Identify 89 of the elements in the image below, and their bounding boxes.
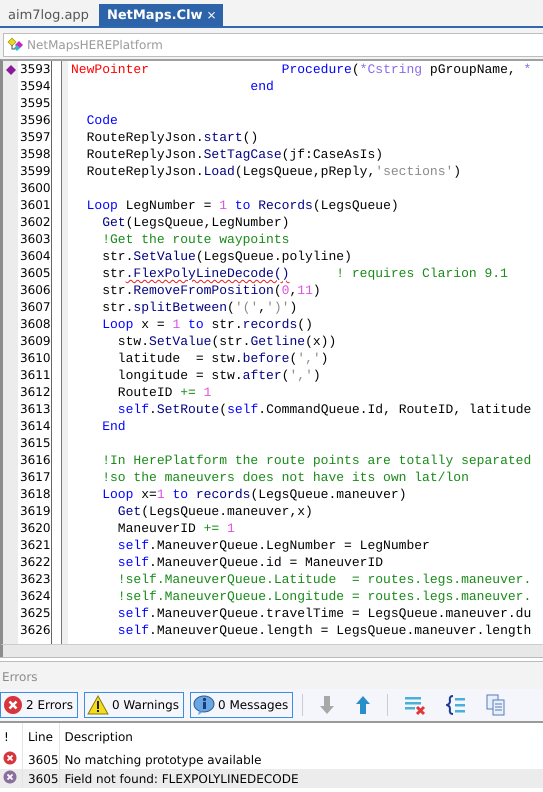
- code-line: Loop x=1 to records(LegsQueue.maneuver): [101, 486, 406, 503]
- line-number: 3626: [19, 622, 52, 639]
- error-icon: [3, 770, 17, 784]
- table-cell: 3605: [22, 769, 60, 788]
- code-line: Code: [86, 112, 118, 129]
- code-line: Get(LegsQueue,LegNumber): [101, 214, 290, 231]
- line-number: 3615: [19, 435, 52, 452]
- clear-list-icon[interactable]: [404, 694, 426, 716]
- line-number: 3594: [19, 78, 52, 95]
- code-line: end: [249, 78, 274, 95]
- code-line: self.ManeuverQueue.travelTime = LegsQueue.maneuver.du: [116, 605, 532, 622]
- close-icon[interactable]: ×: [206, 8, 217, 22]
- line-number: 3622: [19, 554, 52, 571]
- line-number: 3600: [19, 180, 52, 197]
- line-number: 3624: [19, 588, 52, 605]
- code-line: self.SetRoute(self.CommandQueue.Id, RouteID, latitude: [116, 401, 532, 418]
- column-header[interactable]: Line: [22, 723, 60, 750]
- line-number: 3607: [19, 299, 52, 316]
- line-number: 3625: [19, 605, 52, 622]
- code-line: str.SetValue(LegsQueue.polyline): [101, 248, 352, 265]
- code-line: !so the maneuvers does not have its own lat/lon: [101, 469, 469, 486]
- code-line: Get(LegsQueue.maneuver,x): [116, 503, 313, 520]
- column-header[interactable]: !: [0, 723, 22, 750]
- line-number: 3597: [19, 129, 52, 146]
- code-line: self.ManeuverQueue.id = ManeuverID: [116, 554, 384, 571]
- editor-tab[interactable]: NetMaps.Clw ×: [98, 4, 223, 26]
- table-cell: Field not found: FLEXPOLYLINEDECODE: [59, 769, 543, 788]
- line-number: 3621: [19, 537, 52, 554]
- up-arrow-icon[interactable]: [355, 695, 372, 715]
- line-number: 3593: [19, 61, 52, 78]
- editor-tab[interactable]: aim7log.app: [0, 4, 95, 26]
- code-line: End: [101, 418, 126, 435]
- line-number: 3604: [19, 248, 52, 265]
- filter-toggle[interactable]: 0 Warnings: [84, 692, 184, 718]
- info-icon: [193, 695, 215, 715]
- code-line: ManeuverID += 1: [116, 520, 235, 537]
- code-line: !self.ManeuverQueue.Longitude = routes.legs.maneuver.: [116, 588, 532, 605]
- code-line: str.RemoveFromPosition(0,11): [101, 282, 321, 299]
- procedure-icon: [7, 37, 25, 53]
- code-line: str.splitBetween('(',')'): [101, 299, 298, 316]
- code-line: RouteReplyJson.Load(LegsQueue,pReply,'sections'): [86, 163, 462, 180]
- line-number: 3610: [19, 350, 52, 367]
- code-line: !self.ManeuverQueue.Latitude = routes.legs.maneuver.: [116, 571, 532, 588]
- line-number: 3617: [19, 469, 52, 486]
- copy-icon[interactable]: [486, 694, 506, 716]
- error-icon: [3, 751, 17, 765]
- code-line: stw.SetValue(str.Getline(x)): [116, 333, 336, 350]
- code-line: RouteReplyJson.SetTagCase(jf:CaseAsIs): [86, 146, 384, 163]
- code-line: RouteID += 1: [116, 384, 212, 401]
- error-icon: [3, 695, 23, 715]
- line-number: 3598: [19, 146, 52, 163]
- line-number: 3613: [19, 401, 52, 418]
- line-number: 3608: [19, 316, 52, 333]
- line-number: 3611: [19, 367, 52, 384]
- filter-toggle[interactable]: 0 Messages: [190, 692, 294, 718]
- line-number: 3618: [19, 486, 52, 503]
- line-number: 3603: [19, 231, 52, 248]
- line-number: 3599: [19, 163, 52, 180]
- line-number: 3606: [19, 282, 52, 299]
- column-header[interactable]: Description: [59, 723, 543, 750]
- code-line: Loop x = 1 to str.records(): [101, 316, 313, 333]
- horizontal-scrollbar[interactable]: [0, 644, 543, 657]
- line-number: 3620: [19, 520, 52, 537]
- line-number: 3602: [19, 214, 52, 231]
- code-line: longitude = stw.after(','): [116, 367, 321, 384]
- code-line: str.FlexPolyLineDecode() ! requires Clarion 9.1: [101, 265, 508, 282]
- code-line: self.ManeuverQueue.length = LegsQueue.maneuver.length: [116, 622, 532, 639]
- line-number: 3614: [19, 418, 52, 435]
- line-number: 3623: [19, 571, 52, 588]
- code-line: self.ManeuverQueue.LegNumber = LegNumber: [116, 537, 430, 554]
- line-number: 3601: [19, 197, 52, 214]
- line-number: 3616: [19, 452, 52, 469]
- line-number: 3596: [19, 112, 52, 129]
- filter-toggle[interactable]: 2 Errors: [0, 692, 78, 718]
- code-line: NewPointer Procedure(*Cstring pGroupName, *: [70, 61, 532, 78]
- list-icon[interactable]: [446, 694, 466, 716]
- code-line: Loop LegNumber = 1 to Records(LegsQueue): [86, 197, 399, 214]
- code-line: !Get the route waypoints: [101, 231, 290, 248]
- code-line: latitude = stw.before(','): [116, 350, 328, 367]
- line-number: 3605: [19, 265, 52, 282]
- line-number: 3612: [19, 384, 52, 401]
- line-number: 3609: [19, 333, 52, 350]
- code-line: !In HerePlatform the route points are totally separated: [101, 452, 532, 469]
- warning-icon: [86, 695, 109, 715]
- code-line: RouteReplyJson.start(): [86, 129, 258, 146]
- panel-title: Errors: [0, 662, 543, 689]
- line-number: 3595: [19, 95, 52, 112]
- code-editor[interactable]: [0, 59, 543, 644]
- line-number: 3619: [19, 503, 52, 520]
